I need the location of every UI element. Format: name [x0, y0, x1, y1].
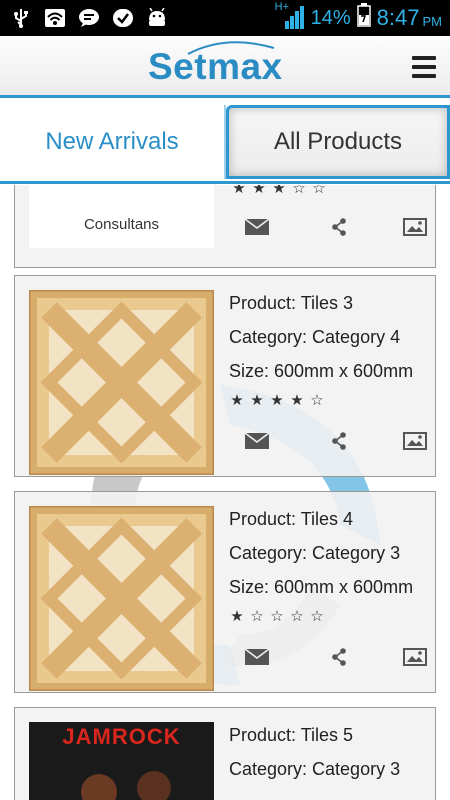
image-icon[interactable]: [401, 214, 429, 240]
product-category: Category: Category 4: [229, 327, 401, 347]
item-actions: [229, 428, 427, 456]
product-image: [27, 504, 216, 693]
rating-stars: ★ ★ ★ ★ ☆: [229, 388, 425, 412]
app-header: Setmax: [0, 36, 450, 98]
tab-all-products[interactable]: All Products: [226, 105, 450, 179]
signal-icon: H+: [275, 1, 305, 31]
product-name: Product: Tiles 5: [229, 725, 354, 745]
image-caption: Consultans: [83, 216, 160, 233]
image-icon[interactable]: [401, 644, 429, 670]
chat-icon: [78, 7, 100, 29]
tab-divider: [0, 181, 450, 184]
star-empty-icon: ☆: [250, 608, 264, 625]
wifi-icon: [44, 7, 66, 29]
star-filled-icon: ★: [290, 392, 304, 409]
star-empty-icon: ☆: [292, 185, 306, 197]
product-category: Category: Category 3: [229, 759, 401, 779]
star-filled-icon: ★: [250, 392, 264, 409]
share-icon[interactable]: [325, 214, 353, 240]
star-filled-icon: ★: [272, 185, 286, 197]
star-filled-icon: ★: [232, 185, 246, 197]
share-icon[interactable]: [325, 428, 353, 454]
product-size: Size: 600mm x 600mm: [229, 577, 414, 597]
battery-percent: 14%: [310, 6, 351, 29]
product-list[interactable]: Consultans ★ ★ ★ ☆ ☆ Product: Tiles 3 Ca…: [0, 185, 450, 800]
battery-icon: [356, 3, 371, 33]
list-item[interactable]: Consultans ★ ★ ★ ☆ ☆: [14, 185, 436, 268]
item-actions: [229, 214, 427, 242]
star-filled-icon: ★: [270, 392, 284, 409]
list-item[interactable]: Product: Tiles 4 Category: Category 3 Si…: [14, 491, 436, 693]
star-empty-icon: ☆: [312, 185, 326, 197]
image-icon[interactable]: [401, 428, 429, 454]
star-empty-icon: ☆: [310, 608, 324, 625]
hamburger-menu-icon[interactable]: [412, 56, 436, 78]
star-empty-icon: ☆: [310, 392, 324, 409]
tab-bar: New Arrivals All Products: [0, 101, 450, 185]
list-item[interactable]: Product: Tiles 3 Category: Category 4 Si…: [14, 275, 436, 477]
tab-new-arrivals[interactable]: New Arrivals: [0, 105, 226, 179]
status-bar: H+ 14% 8:47 PM: [0, 0, 450, 36]
star-empty-icon: ☆: [290, 608, 304, 625]
clock-ampm: PM: [422, 13, 443, 29]
product-name: Product: Tiles 3: [229, 293, 354, 313]
product-image: JAMROCK: [29, 722, 214, 800]
android-icon: [146, 7, 168, 29]
item-actions: [229, 644, 427, 672]
product-category: Category: Category 3: [229, 543, 401, 563]
mail-icon[interactable]: [243, 214, 271, 240]
app-logo: Setmax: [148, 46, 283, 87]
product-info: Product: Tiles 3 Category: Category 4 Si…: [229, 286, 425, 412]
star-filled-icon: ★: [252, 185, 266, 197]
share-icon[interactable]: [325, 644, 353, 670]
product-info: Product: Tiles 5 Category: Category 3: [229, 718, 425, 786]
star-filled-icon: ★: [230, 608, 244, 625]
usb-icon: [10, 7, 32, 29]
mail-icon[interactable]: [243, 644, 271, 670]
mail-icon[interactable]: [243, 428, 271, 454]
product-image: Consultans: [29, 185, 214, 248]
product-image: [27, 288, 216, 477]
product-size: Size: 600mm x 600mm: [229, 361, 414, 381]
clock-time: 8:47: [376, 5, 420, 30]
list-item[interactable]: JAMROCK Product: Tiles 5 Category: Categ…: [14, 707, 436, 800]
check-icon: [112, 7, 134, 29]
product-info: Product: Tiles 4 Category: Category 3 Si…: [229, 502, 425, 628]
product-name: Product: Tiles 4: [229, 509, 354, 529]
star-empty-icon: ☆: [270, 608, 284, 625]
rating-stars: ★ ★ ★ ☆ ☆: [231, 185, 327, 200]
star-filled-icon: ★: [230, 392, 244, 409]
rating-stars: ★ ☆ ☆ ☆ ☆: [229, 604, 425, 628]
